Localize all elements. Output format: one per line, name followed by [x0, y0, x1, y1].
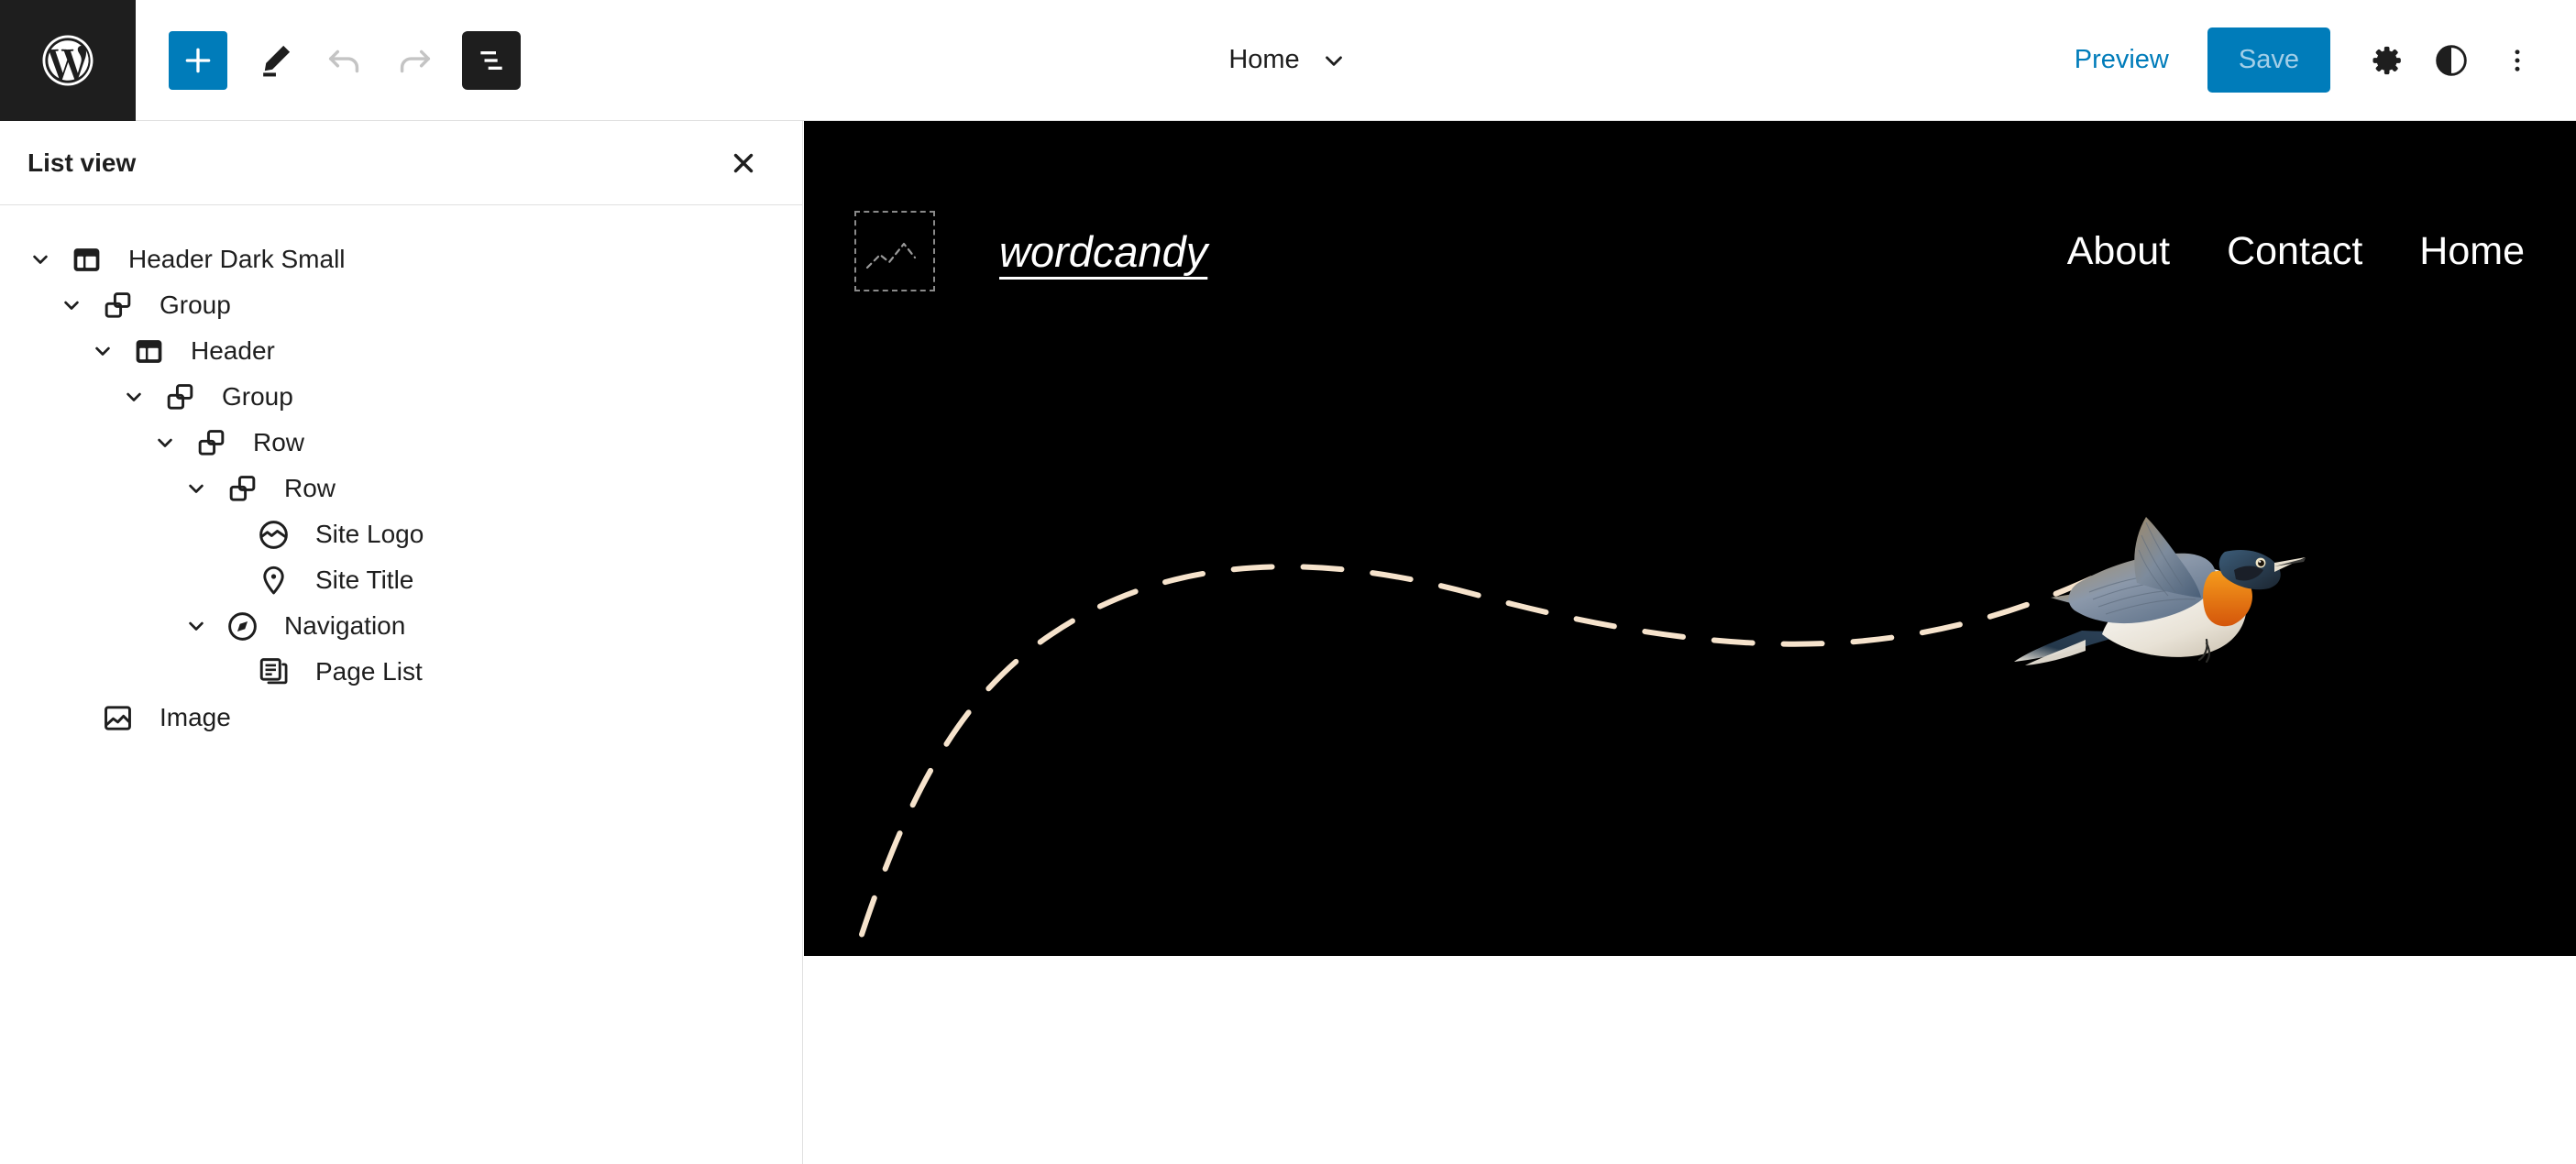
toolbar-right-tools: Preview Save [2051, 27, 2550, 93]
redo-button[interactable] [380, 26, 449, 95]
document-title-button[interactable]: Home [1214, 36, 1361, 84]
block-tree: Header Dark Small Group Header Group Row… [0, 205, 802, 741]
chevron-down-icon[interactable] [83, 331, 123, 371]
chevron-down-icon[interactable] [114, 377, 154, 417]
block-tree-item-group[interactable]: Group [0, 282, 802, 328]
block-tree-item-header[interactable]: Header [0, 328, 802, 374]
flying-bird-illustration [1994, 495, 2324, 678]
block-tree-item-navigation[interactable]: Navigation [0, 603, 802, 649]
save-button[interactable]: Save [2207, 27, 2330, 93]
block-tree-item-label: Row [284, 474, 336, 502]
redo-arrow-icon [393, 39, 435, 82]
chevron-down-icon[interactable] [51, 285, 92, 325]
plus-icon [180, 42, 216, 79]
settings-button[interactable] [2352, 27, 2418, 93]
chevron-down-icon[interactable] [176, 606, 216, 646]
block-inserter-button[interactable] [169, 30, 227, 90]
list-view-header: List view [0, 121, 802, 205]
site-logo-block[interactable] [854, 211, 935, 291]
wordpress-logo-button[interactable] [0, 0, 136, 121]
nav-link-home[interactable]: Home [2419, 229, 2525, 274]
block-tree-item-label: Site Logo [315, 520, 424, 548]
chevron-down-icon[interactable] [20, 239, 61, 280]
nav-link-contact[interactable]: Contact [2227, 229, 2362, 274]
list-view-panel: List view Header Dark Small Group Header [0, 121, 803, 1164]
styles-button[interactable] [2418, 27, 2484, 93]
wordpress-logo-icon [38, 30, 98, 91]
chevron-down-icon[interactable] [176, 468, 216, 509]
chevron-down-icon[interactable] [145, 423, 185, 463]
block-tree-item-label: Page List [315, 657, 423, 686]
list-view-title: List view [28, 148, 137, 177]
block-tree-item-header-dark-small[interactable]: Header Dark Small [0, 236, 802, 282]
site-navigation-block: About Contact Home [2067, 229, 2525, 274]
editor-toolbar: Home Preview Save [0, 0, 2576, 121]
undo-button[interactable] [310, 26, 380, 95]
map-pin-icon [251, 558, 295, 602]
site-title-block[interactable]: wordcandy [999, 226, 1207, 277]
group-icon [189, 421, 233, 465]
block-tree-item-label: Image [160, 703, 231, 731]
canvas-body-area [804, 956, 2576, 1164]
preview-button[interactable]: Preview [2051, 30, 2193, 90]
nav-link-about[interactable]: About [2067, 229, 2170, 274]
more-options-button[interactable] [2484, 27, 2550, 93]
kebab-vertical-dots-icon [2502, 45, 2533, 76]
edit-mode-button[interactable] [240, 26, 310, 95]
block-tree-item-label: Group [160, 291, 231, 319]
editor-canvas: wordcandy About Contact Home [804, 121, 2576, 1164]
pencil-icon [254, 39, 296, 82]
block-tree-item-image[interactable]: Image [0, 695, 802, 741]
undo-arrow-icon [324, 39, 366, 82]
block-tree-item-row[interactable]: Row [0, 420, 802, 466]
group-icon [95, 283, 139, 327]
site-logo-placeholder-icon [858, 216, 931, 290]
block-tree-item-group[interactable]: Group [0, 374, 802, 420]
group-icon [158, 375, 202, 419]
document-title-label: Home [1228, 45, 1300, 74]
block-tree-item-label: Header Dark Small [128, 245, 346, 273]
site-header-preview: wordcandy About Contact Home [804, 121, 2576, 956]
toolbar-left-tools [169, 26, 521, 95]
block-tree-item-label: Header [191, 336, 275, 365]
contrast-half-circle-icon [2433, 42, 2470, 79]
site-header-content: wordcandy About Contact Home [804, 121, 2576, 291]
site-logo-icon [251, 512, 295, 556]
image-icon [95, 696, 139, 740]
block-tree-item-row[interactable]: Row [0, 466, 802, 511]
gear-icon [2367, 42, 2404, 79]
block-tree-item-site-title[interactable]: Site Title [0, 557, 802, 603]
compass-icon [220, 604, 264, 648]
page-list-icon [251, 650, 295, 694]
list-view-button[interactable] [462, 30, 521, 90]
block-tree-item-label: Group [222, 382, 293, 411]
close-list-view-button[interactable] [714, 134, 773, 192]
close-x-icon [728, 148, 759, 179]
wordpress-site-editor: Home Preview Save List view Header Dark … [0, 0, 2576, 1164]
block-tree-item-label: Navigation [284, 611, 406, 640]
block-tree-item-label: Row [253, 428, 305, 456]
block-tree-item-label: Site Title [315, 566, 414, 594]
chevron-down-icon [1320, 47, 1348, 74]
list-view-icon [473, 42, 510, 79]
block-tree-item-site-logo[interactable]: Site Logo [0, 511, 802, 557]
template-part-icon [64, 237, 108, 281]
group-icon [220, 467, 264, 511]
block-tree-item-page-list[interactable]: Page List [0, 649, 802, 695]
template-part-icon [127, 329, 171, 373]
